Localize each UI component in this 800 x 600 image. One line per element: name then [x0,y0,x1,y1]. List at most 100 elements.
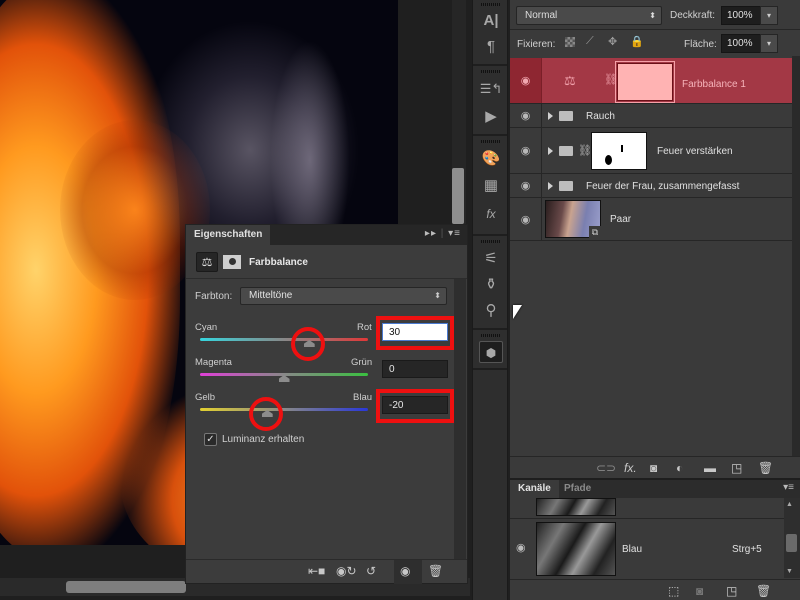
slider-cyan-label: Cyan [195,322,218,333]
styles-icon[interactable]: fx [479,203,503,225]
actions-icon[interactable]: ▶ [479,106,503,128]
layer-mask-thumbnail[interactable] [615,61,675,103]
new-layer-icon[interactable]: ◳ [731,461,742,475]
drag-grip[interactable] [481,240,501,243]
channel-row-blau[interactable]: ◉ Blau Strg+5 [510,519,790,579]
lock-pixels-icon[interactable]: ⟋ [586,35,594,48]
layer-row-paar[interactable]: ◉ ⧉ Paar [510,198,792,241]
tab-kanaele[interactable]: Kanäle [510,480,559,498]
opacity-dropdown-button[interactable]: ▾ [760,6,778,25]
delete-icon[interactable]: 🗑 [756,584,771,598]
brushes-icon[interactable]: ⚱ [479,274,503,296]
layer-mask-thumbnail[interactable] [591,132,647,170]
opacity-label: Deckkraft: [670,10,716,21]
lock-label: Fixieren: [517,39,556,50]
scroll-down-arrow-icon[interactable]: ▼ [786,568,793,575]
color-icon[interactable]: 🎨 [479,148,503,170]
layer-row-feuer-verstaerken[interactable]: ◉ ⛓ Feuer verstärken [510,128,792,174]
panel-menu-icon[interactable]: ▾≡ [783,482,794,493]
save-selection-icon[interactable]: ◙ [696,584,703,598]
expand-arrow-icon[interactable] [548,182,553,190]
delete-icon[interactable]: 🗑 [428,564,443,578]
visibility-eye-icon[interactable]: ◉ [510,104,542,127]
canvas-vertical-scrollbar[interactable] [452,168,464,224]
delete-icon[interactable]: 🗑 [758,461,773,475]
tab-pfade[interactable]: Pfade [556,480,599,498]
preserve-luminosity-label: Luminanz erhalten [222,434,305,445]
channel-name: Blau [622,544,643,555]
adjustment-title: Farbbalance [249,257,308,268]
properties-header: ⚖ Farbbalance [186,245,467,279]
drag-grip[interactable] [481,3,501,6]
history-icon[interactable]: ☰↰ [479,78,503,100]
paragraph-icon[interactable]: ¶ [479,36,503,58]
opacity-input[interactable]: 100% [721,6,761,25]
reset-icon[interactable]: ↺ [366,564,376,578]
channels-tab-bar: Kanäle Pfade ▾≡ [510,480,800,498]
fill-dropdown-button[interactable]: ▾ [760,34,778,53]
lock-all-icon[interactable]: 🔒 [630,35,644,48]
clip-to-layer-icon[interactable]: ⇤■ [308,564,325,578]
view-previous-state-icon[interactable]: ◉↻ [336,564,357,578]
fill-input[interactable]: 100% [721,34,761,53]
visibility-eye-icon[interactable]: ◉ [516,541,526,554]
new-group-icon[interactable]: ▬ [704,461,716,475]
layer-name: Rauch [586,111,615,122]
visibility-icon[interactable]: ◉ [400,564,410,578]
cyan-red-value-input[interactable] [382,323,448,341]
fx-icon[interactable]: fx. [624,461,637,475]
color-balance-icon[interactable]: ⚖ [196,252,218,272]
properties-icon[interactable]: ⬢ [479,341,503,363]
canvas-horizontal-scrollbar[interactable] [66,581,186,593]
lock-position-icon[interactable]: ✥ [608,35,617,48]
highlight-circle [291,327,325,361]
chain-link-icon[interactable]: ⛓ [604,73,618,86]
magenta-green-slider-thumb[interactable] [278,375,290,382]
layers-scrollbar[interactable] [792,56,800,456]
color-balance-icon: ⚖ [564,73,576,88]
scroll-up-arrow-icon[interactable]: ▲ [786,501,793,508]
link-icon[interactable]: ⊂⊃ [596,461,616,475]
channels-scrollbar-track[interactable]: ▲ ▼ [784,498,800,578]
adjustment-layer-icon[interactable]: ◐ [676,461,683,475]
folder-icon [559,181,573,191]
tone-select[interactable]: Mitteltöne ⬍ [240,287,447,305]
layer-row-feuer-der-frau[interactable]: ◉ Feuer der Frau, zusammengefasst [510,174,792,198]
clone-source-icon[interactable]: ⚲ [479,300,503,322]
visibility-eye-icon[interactable]: ◉ [510,128,542,173]
yellow-blue-slider-track[interactable] [200,408,368,411]
drag-grip[interactable] [481,334,501,337]
updown-arrows-icon: ⬍ [434,291,441,300]
yellow-blue-value-input[interactable] [382,396,448,414]
double-chevron-right-icon[interactable]: ▸▸ [425,228,437,239]
magenta-green-value-input[interactable] [382,360,448,378]
layer-row-rauch[interactable]: ◉ Rauch [510,104,792,128]
tab-eigenschaften[interactable]: Eigenschaften [186,225,271,245]
drag-grip[interactable] [481,70,501,73]
panel-menu-icon[interactable]: ▾≡ [448,228,461,239]
mask-icon[interactable] [223,255,241,269]
visibility-eye-icon[interactable]: ◉ [510,58,542,103]
character-icon[interactable]: A| [479,10,503,32]
expand-arrow-icon[interactable] [548,147,553,155]
lock-transparency-icon[interactable] [565,37,575,47]
layer-name: Feuer verstärken [657,146,733,157]
swatches-icon[interactable]: ▦ [479,175,503,197]
slider-blau-label: Blau [353,392,373,403]
brush-presets-icon[interactable]: ⚟ [479,248,503,270]
preserve-luminosity-checkbox[interactable]: ✓ [204,433,217,446]
folder-icon [559,111,573,121]
add-mask-icon[interactable]: ◙ [650,461,657,475]
layer-row-farbbalance[interactable]: ◉ ⚖ ⛓ Farbbalance 1 [510,58,792,104]
chain-link-icon[interactable]: ⛓ [578,144,592,157]
drag-grip[interactable] [481,140,501,143]
cyan-red-slider-track[interactable] [200,338,368,341]
expand-arrow-icon[interactable] [548,112,553,120]
load-selection-icon[interactable]: ⬚ [668,584,679,598]
properties-scrollbar[interactable] [454,279,466,559]
visibility-eye-icon[interactable]: ◉ [510,174,542,197]
channels-scrollbar-thumb[interactable] [786,534,797,552]
blend-mode-select[interactable]: Normal ⬍ [516,6,662,25]
new-channel-icon[interactable]: ◳ [726,584,737,598]
visibility-eye-icon[interactable]: ◉ [510,198,542,240]
